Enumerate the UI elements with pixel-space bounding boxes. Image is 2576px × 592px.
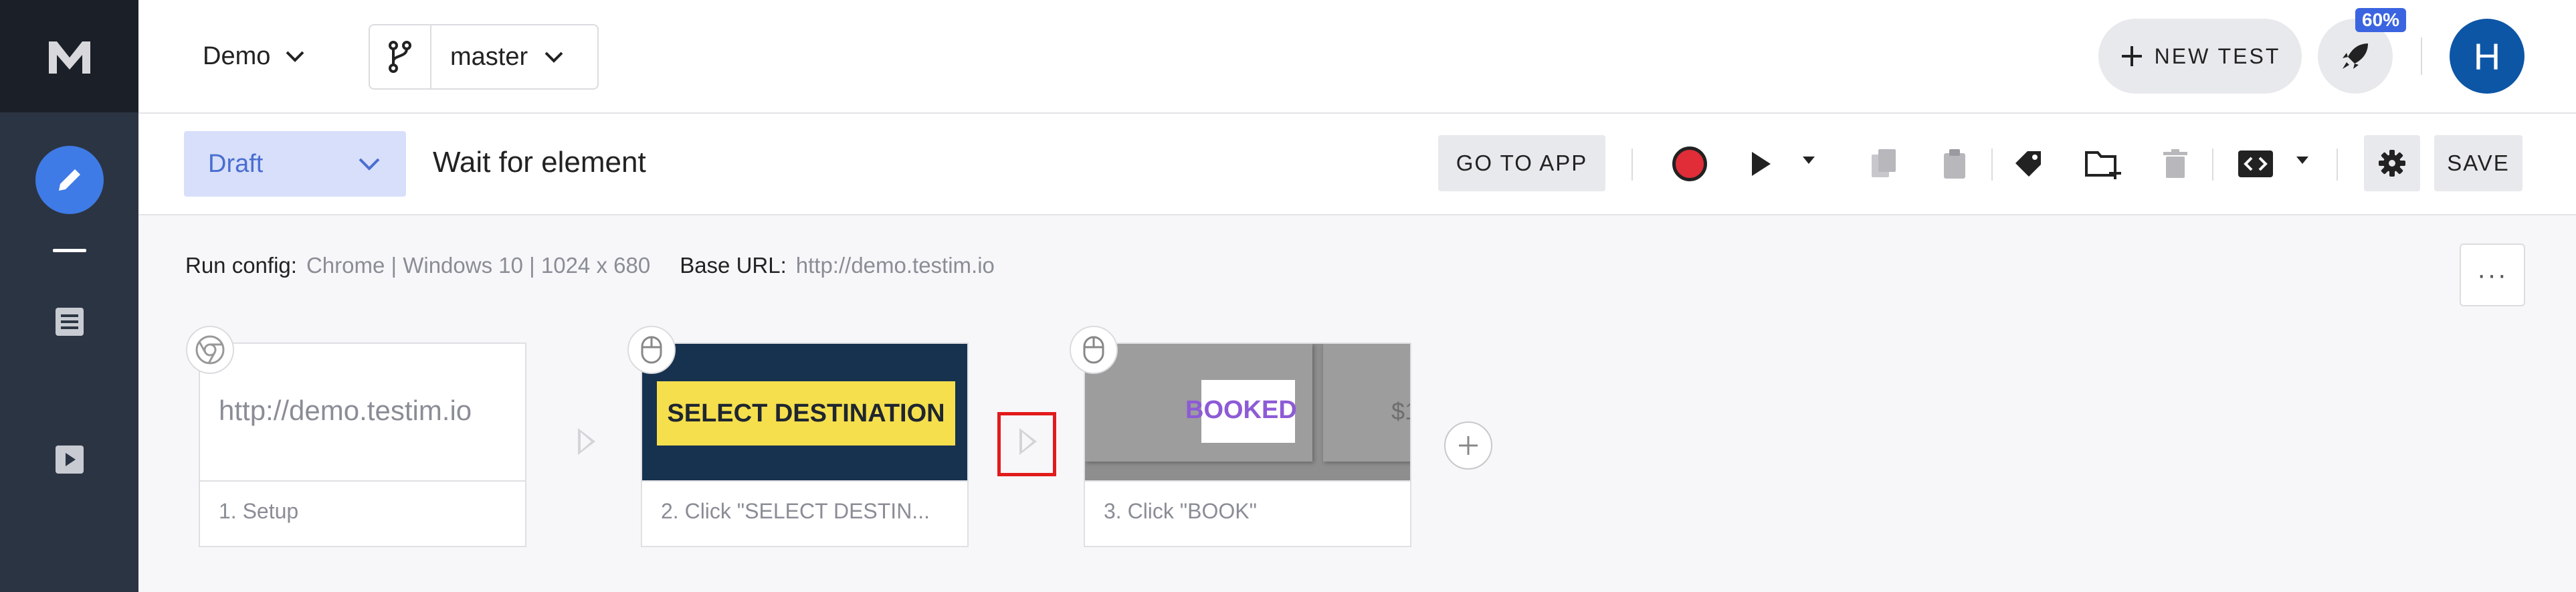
rocket-icon: [2343, 43, 2368, 69]
step-divider: [642, 480, 967, 482]
project-selector[interactable]: Demo: [203, 36, 305, 76]
play-options-caret[interactable]: [1803, 157, 1815, 164]
step-label: 1. Setup: [219, 499, 299, 523]
add-to-folder-button[interactable]: [2080, 140, 2126, 187]
test-name[interactable]: Wait for element: [433, 146, 646, 179]
destination-screenshot: SELECT DESTINATION: [642, 344, 967, 480]
testim-logo[interactable]: [0, 0, 138, 112]
step-connector-arrow[interactable]: [578, 428, 595, 455]
chevron-down-icon: [359, 158, 380, 171]
record-icon: [1672, 146, 1707, 181]
price-text: $1: [1391, 397, 1410, 425]
highlight-box: [997, 412, 1056, 476]
toolbar-separator: [1991, 149, 1993, 181]
code-options-caret[interactable]: [2296, 157, 2308, 164]
select-destination-preview: SELECT DESTINATION: [657, 381, 955, 446]
new-test-button[interactable]: NEW TEST: [2098, 19, 2302, 94]
save-button[interactable]: SAVE: [2434, 135, 2522, 191]
chevron-down-icon: [544, 52, 563, 63]
base-url-label: Base URL:: [680, 253, 787, 278]
step-label: 2. Click "SELECT DESTIN...: [661, 499, 930, 523]
trash-icon: [2163, 149, 2187, 178]
step-thumbnail: http://demo.testim.io: [200, 344, 525, 480]
toolbar-separator: [2212, 149, 2213, 181]
toolbar-separator: [2337, 149, 2338, 181]
code-button[interactable]: [2232, 140, 2279, 187]
sidebar: [0, 0, 138, 592]
sidebar-item-runs[interactable]: [53, 443, 86, 476]
step-card-click-select-destination[interactable]: SELECT DESTINATION 2. Click "SELECT DEST…: [641, 342, 969, 547]
progress-badge: 60%: [2355, 8, 2407, 32]
sidebar-item-tests[interactable]: [53, 305, 86, 338]
chrome-logo: [195, 335, 225, 365]
step-card-setup[interactable]: http://demo.testim.io 1. Setup: [199, 342, 526, 547]
delete-button[interactable]: [2152, 140, 2199, 187]
mouse-glyph: [1083, 336, 1104, 364]
step-thumbnail: SELECT DESTINATION: [642, 344, 967, 480]
test-toolbar: Draft Wait for element GO TO APP SAVE: [138, 114, 2576, 215]
branch-name-wrap: master: [431, 43, 564, 72]
clipboard-icon: [1944, 149, 1965, 179]
tag-button[interactable]: [2005, 140, 2052, 187]
play-box-icon: [56, 446, 84, 474]
mouse-glyph: [641, 336, 662, 364]
toolbar-separator: [1631, 149, 1633, 181]
top-bar: Demo master NEW TEST 60% H: [138, 0, 2576, 114]
mouse-icon: [1070, 326, 1118, 374]
project-name: Demo: [203, 41, 271, 70]
plus-icon: [1459, 436, 1478, 455]
step-thumbnail: BOOKED $1: [1085, 344, 1410, 480]
list-icon: [56, 308, 84, 336]
play-button[interactable]: [1737, 140, 1783, 187]
run-config-label: Run config:: [185, 253, 297, 278]
logo-icon: [48, 41, 90, 74]
branch-selector[interactable]: master: [369, 24, 599, 90]
copy-button[interactable]: [1860, 140, 1907, 187]
status-dropdown[interactable]: Draft: [184, 131, 406, 197]
base-url-value[interactable]: http://demo.testim.io: [796, 253, 995, 278]
branch-name: master: [450, 42, 528, 71]
copy-icon: [1872, 149, 1896, 177]
user-avatar[interactable]: H: [2450, 19, 2524, 94]
chrome-icon: [186, 326, 234, 374]
git-branch-icon: [389, 41, 411, 73]
run-config-value[interactable]: Chrome | Windows 10 | 1024 x 680: [306, 253, 650, 278]
settings-button[interactable]: [2364, 135, 2420, 191]
new-test-label: NEW TEST: [2154, 43, 2281, 68]
chevron-down-icon: [286, 51, 304, 62]
branch-icon-container: [370, 25, 431, 88]
booked-text: BOOKED: [1185, 396, 1297, 424]
sidebar-divider: [53, 249, 86, 252]
plus-icon: [2121, 46, 2142, 66]
more-options-button[interactable]: ···: [2460, 243, 2525, 306]
top-separator: [2421, 37, 2422, 75]
mouse-icon: [627, 326, 676, 374]
edit-mode-button[interactable]: [35, 146, 104, 214]
run-config-row: Run config: Chrome | Windows 10 | 1024 x…: [185, 253, 1015, 278]
tag-icon: [2015, 151, 2041, 177]
book-screenshot: BOOKED $1: [1085, 344, 1410, 480]
step-divider: [200, 480, 525, 482]
add-step-button[interactable]: [1444, 421, 1492, 470]
pencil-icon: [59, 169, 80, 191]
gear-icon: [2379, 150, 2405, 177]
step-divider: [1085, 480, 1410, 482]
setup-url: http://demo.testim.io: [219, 395, 472, 426]
code-icon: [2238, 151, 2273, 177]
step-label: 3. Click "BOOK": [1104, 499, 1257, 523]
paste-button[interactable]: [1931, 140, 1978, 187]
status-label: Draft: [208, 149, 264, 178]
go-to-app-button[interactable]: GO TO APP: [1438, 135, 1605, 191]
step-card-click-book[interactable]: BOOKED $1 3. Click "BOOK": [1084, 342, 1411, 547]
play-icon: [1752, 152, 1771, 176]
record-button[interactable]: [1666, 140, 1713, 187]
folder-plus-icon: [2085, 151, 2121, 179]
